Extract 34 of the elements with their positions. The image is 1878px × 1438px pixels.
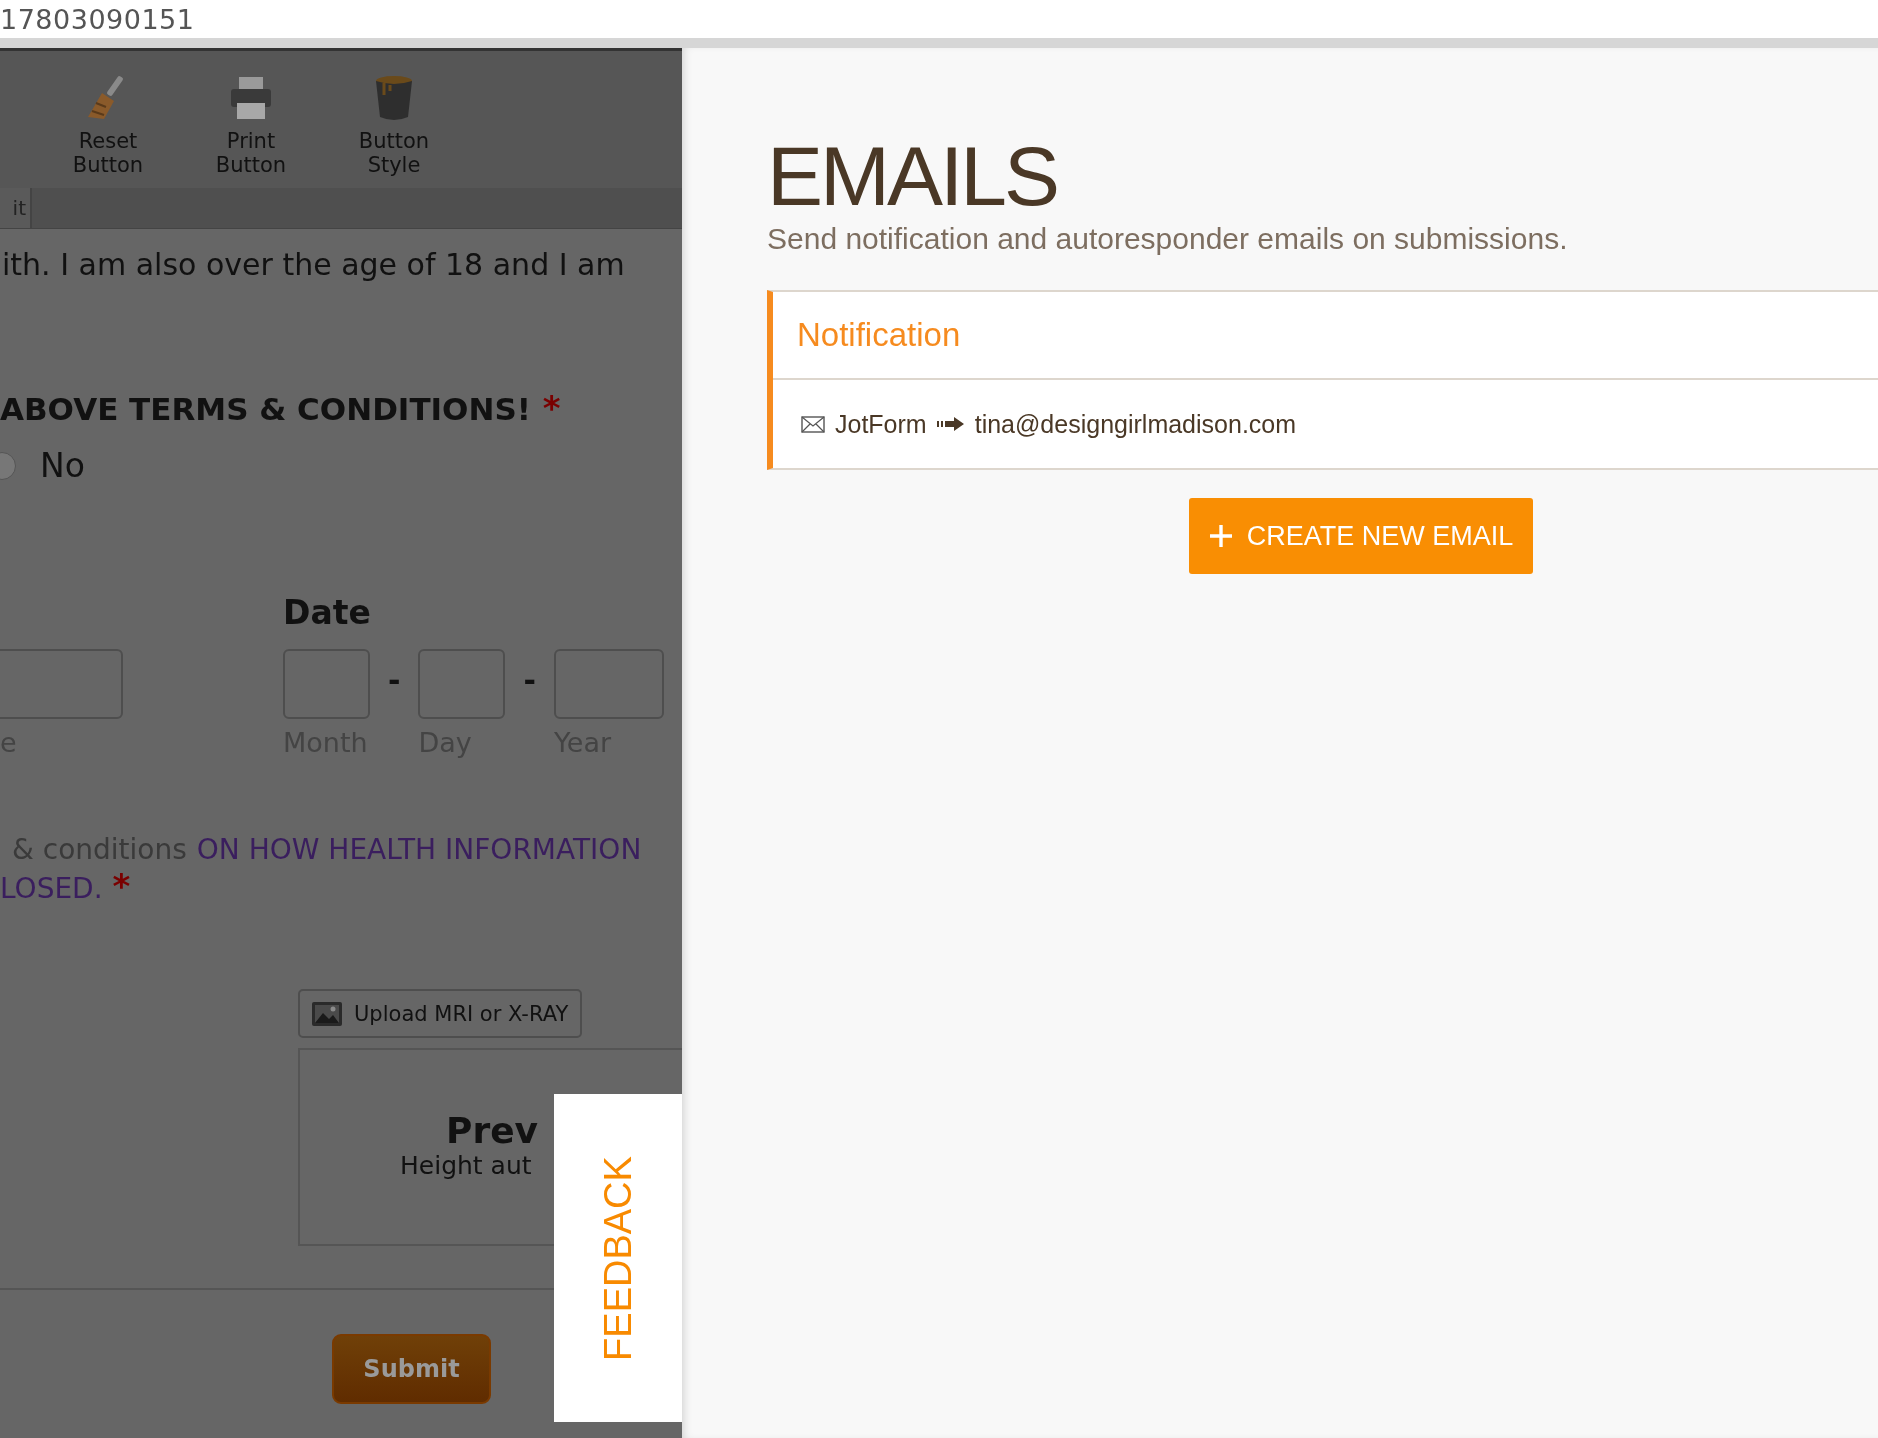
toolbar-button[interactable]: Reset Button (48, 51, 168, 188)
health-info-link[interactable]: ON HOW HEALTH INFORMATION (196, 833, 642, 866)
required-mark: * (112, 866, 131, 906)
terms-heading: ABOVE TERMS & CONDITIONS! (0, 391, 531, 427)
input-field[interactable] (0, 649, 123, 719)
page-title: EMAILS (767, 130, 1059, 223)
required-mark: * (542, 388, 561, 428)
form-tab[interactable]: it (0, 188, 32, 228)
page-subtitle: Send notification and autoresponder emails on submissions. (767, 222, 1569, 257)
image-icon (312, 1001, 342, 1026)
date-field[interactable] (283, 649, 370, 719)
date-separator: - (388, 663, 401, 700)
email-card-title[interactable]: Notification (797, 316, 961, 355)
health-info-link[interactable]: LOSED. (0, 872, 103, 905)
create-email-button[interactable]: CREATE NEW EMAIL (1189, 498, 1533, 575)
envelope-icon (801, 415, 825, 433)
upload-button[interactable]: Upload MRI or X-RAY (298, 989, 583, 1038)
date-field[interactable] (553, 649, 664, 719)
plus-icon (1208, 524, 1233, 549)
submit-button[interactable]: Submit (332, 1334, 491, 1404)
toolbar-button[interactable]: Print Button (191, 51, 311, 188)
preview-subtitle: Height aut (400, 1151, 532, 1180)
sender-name: JotForm (835, 409, 927, 439)
consent-text: ith. I am also over the age of 18 and I am (1, 247, 626, 282)
recipient-email: tina@designgirlmadison.com (974, 409, 1297, 439)
radio-label: No (40, 446, 85, 485)
date-field[interactable] (418, 649, 506, 719)
address-text: 17803090151 (0, 3, 195, 35)
preview-title: Prev (446, 1110, 539, 1151)
feedback-tab[interactable]: FEEDBACK (554, 1094, 682, 1422)
date-separator: - (523, 663, 536, 700)
arrow-icon (936, 416, 965, 433)
toolbar-button[interactable]: Button Style (334, 51, 454, 188)
date-label: Date (283, 593, 372, 634)
